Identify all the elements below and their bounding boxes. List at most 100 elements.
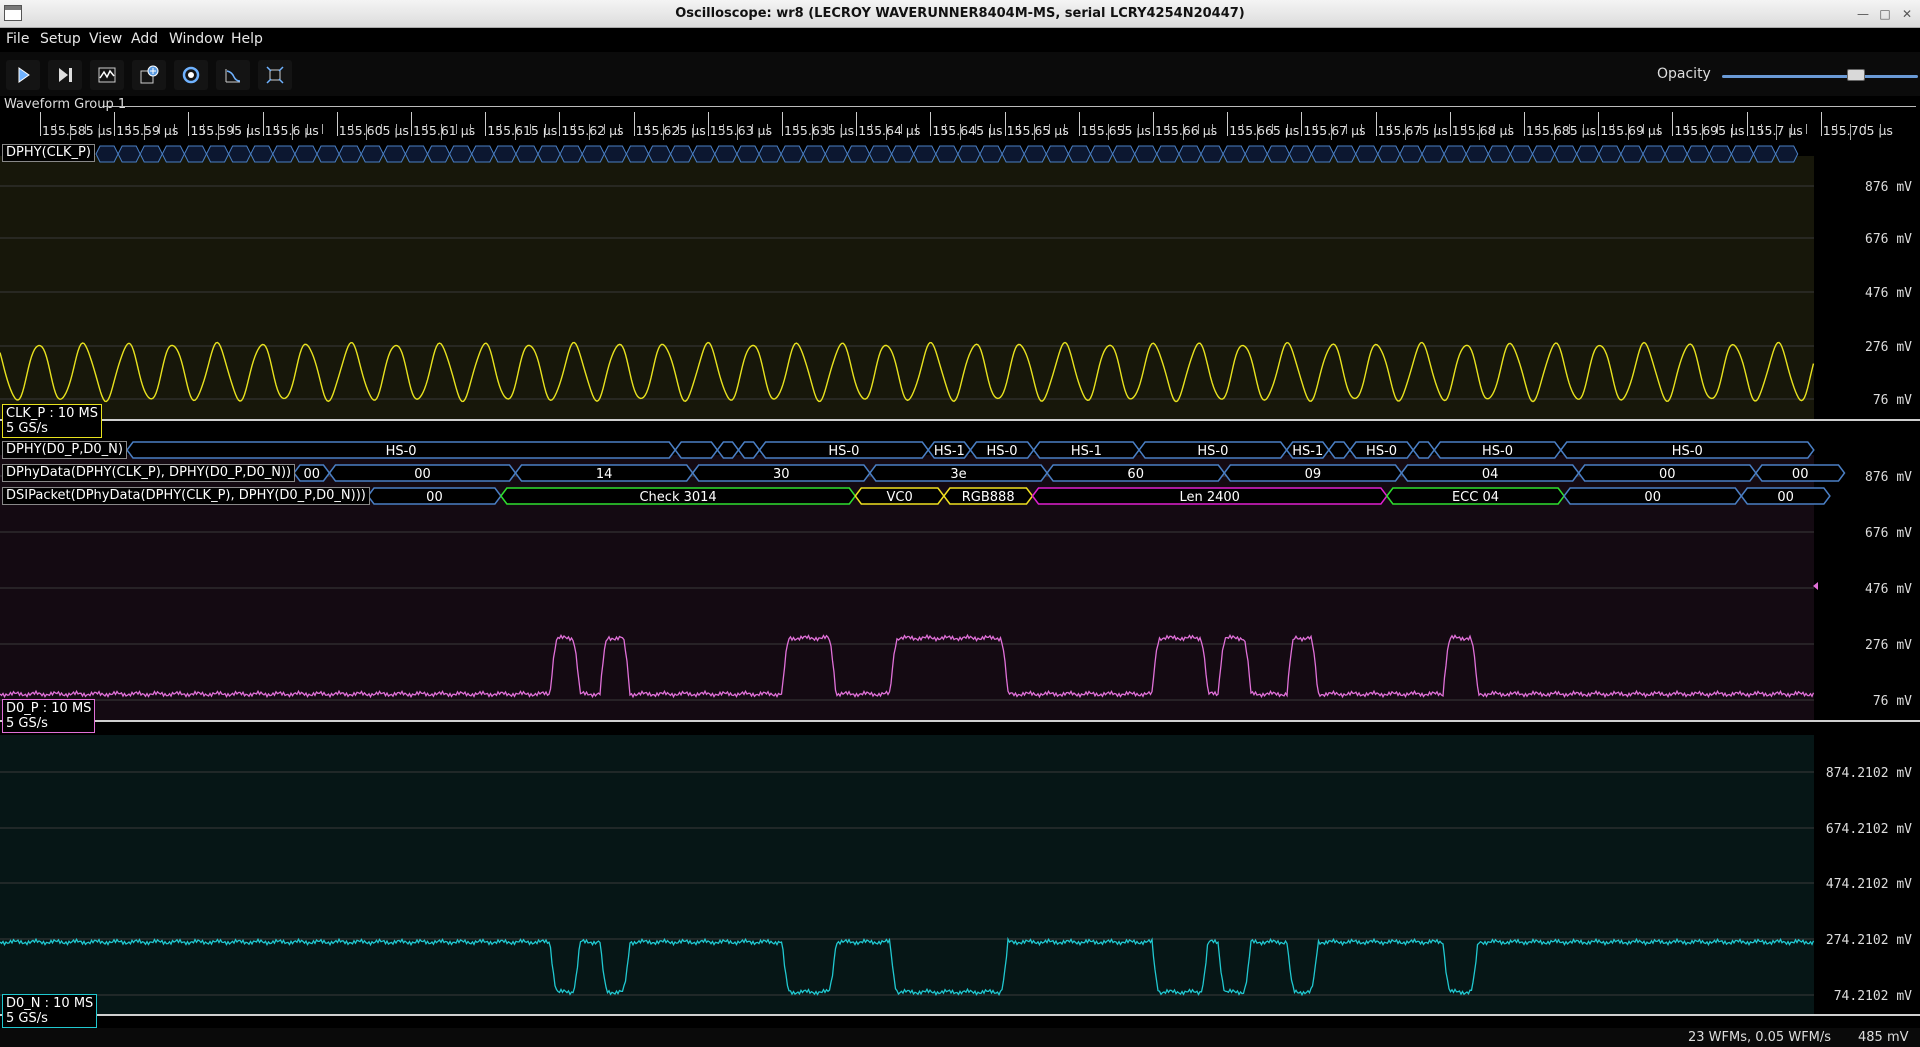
clk-decode-cell xyxy=(1708,145,1732,163)
clk-y-tick-label: 876 mV xyxy=(1865,180,1912,195)
clk-decode-cell xyxy=(360,145,384,163)
d0n-channel-badge[interactable]: D0_N : 10 MS 5 GS/s xyxy=(2,994,98,1028)
clk-decode-cell xyxy=(272,145,296,163)
dphydata-decode-segment-label: 30 xyxy=(773,467,790,482)
clk-decode-cell xyxy=(382,145,406,163)
dphydata-decode-label[interactable]: DPhyData(DPHY(CLK_P), DPHY(D0_P,D0_N)) xyxy=(2,464,296,482)
waveform-view[interactable]: HS-0 HS-0 HS-1 HS-0 HS-1 HS-0 HS-1 HS-0 HS-0 HS-0… xyxy=(0,0,1920,1028)
dphy-decode-segment-label: HS-0 xyxy=(1672,444,1703,459)
clk-decode-cell xyxy=(95,145,119,163)
dphy-decode-segment-label: HS-0 xyxy=(1197,444,1228,459)
clk-decode-cell xyxy=(338,145,362,163)
clk-decode-cell xyxy=(1134,145,1158,163)
clk-decode-cell xyxy=(979,145,1003,163)
clk-decode-cell xyxy=(471,145,495,163)
clk-decode-cell xyxy=(1730,145,1755,163)
d0p-channel-badge[interactable]: D0_P : 10 MS 5 GS/s xyxy=(2,699,96,733)
clk-decode-cell xyxy=(714,145,738,163)
clk-decode-cell xyxy=(1421,145,1445,163)
d0p-y-tick-label: 76 mV xyxy=(1873,694,1912,709)
clk-decode-cell xyxy=(1333,145,1357,163)
clk-decode-cell xyxy=(581,145,605,163)
clk-decode-cell xyxy=(913,145,937,163)
dphydata-decode-segment-label: 00 xyxy=(303,467,320,482)
dsipacket-decode-segment-label: VC0 xyxy=(886,490,912,505)
clk-decode-cell xyxy=(515,145,539,163)
dphydata-decode-segment-label: 00 xyxy=(414,467,431,482)
clk-decode-cell xyxy=(1200,145,1224,163)
dsipacket-decode-segment-label: 00 xyxy=(426,490,443,505)
d0n-sample-rate: 5 GS/s xyxy=(6,1011,48,1026)
dphydata-decode-segment-label: 14 xyxy=(596,467,613,482)
clk-decode-cell xyxy=(1001,145,1025,163)
d0n-y-tick-label: 474.2102 mV xyxy=(1826,877,1912,892)
clk-decode-cell xyxy=(736,145,760,163)
dphy-decode-segment-label: HS-0 xyxy=(987,444,1018,459)
panel-backgrounds xyxy=(0,156,1814,1015)
clk-decode-cell xyxy=(1156,145,1180,163)
dphydata-decode-segment-label: 00 xyxy=(1659,467,1676,482)
dphy-decode-segment-label: HS-0 xyxy=(1366,444,1397,459)
d0n-y-tick-label: 274.2102 mV xyxy=(1826,933,1912,948)
y-axis-labels: 876 mV 676 mV 476 mV 276 mV 76 mV 876 mV 676 m… xyxy=(1826,180,1912,1004)
clk-channel-name: CLK_P : 10 MS xyxy=(6,406,98,421)
clk-decode-cell xyxy=(1377,145,1401,163)
clk-decode-cell xyxy=(1752,145,1777,163)
d0n-y-tick-label: 74.2102 mV xyxy=(1834,989,1912,1004)
clk-sample-rate: 5 GS/s xyxy=(6,421,48,436)
clk-decode-cell xyxy=(316,145,340,163)
dsipacket-decode-segment-label: 00 xyxy=(1777,490,1794,505)
clk-decode-cell xyxy=(1620,145,1644,163)
clk-decode-cell xyxy=(1355,145,1379,163)
clk-decode-cell xyxy=(802,145,826,163)
dsipacket-decode-label[interactable]: DSIPacket(DPhyData(DPHY(CLK_P), DPHY(D0_… xyxy=(2,487,370,505)
clk-decode-cell xyxy=(1686,145,1710,163)
clk-decode-cell xyxy=(824,145,848,163)
dphy-decode-segment-label: HS-0 xyxy=(386,444,417,459)
clk-decode-cell xyxy=(183,145,208,163)
clk-decode-cell xyxy=(117,145,141,163)
clk-y-tick-label: 476 mV xyxy=(1865,286,1912,301)
clk-decode-cell xyxy=(1443,145,1467,163)
dphydata-decode-segment-label: 09 xyxy=(1305,467,1322,482)
dphy-d0-decode-label[interactable]: DPHY(D0_P,D0_N) xyxy=(2,441,127,459)
clk-decode-cell xyxy=(891,145,915,163)
clk-decode-cell xyxy=(692,145,716,163)
clk-decode-cell xyxy=(868,145,893,163)
clk-decode-cell xyxy=(1487,145,1511,163)
clk-decode-cell xyxy=(1310,145,1335,163)
d0p-y-tick-label: 676 mV xyxy=(1865,526,1912,541)
clk-decode-cell xyxy=(957,145,981,163)
dsipacket-decode-segment-label: ECC 04 xyxy=(1452,490,1499,505)
clk-channel-badge[interactable]: CLK_P : 10 MS 5 GS/s xyxy=(2,404,102,438)
clk-decode-cell xyxy=(1554,145,1578,163)
d0n-channel-name: D0_N : 10 MS xyxy=(6,996,94,1011)
clk-decode-cell xyxy=(1067,145,1092,163)
d0p-channel-name: D0_P : 10 MS xyxy=(6,701,92,716)
dphy-decode-segment-label: HS-0 xyxy=(1482,444,1513,459)
clk-decode-cell xyxy=(1642,145,1666,163)
d0n-y-tick-label: 874.2102 mV xyxy=(1826,766,1912,781)
d0p-y-tick-label: 276 mV xyxy=(1865,638,1912,653)
clk-decode-cell xyxy=(670,145,694,163)
clk-decode-cell xyxy=(758,145,782,163)
clk-decode-cell xyxy=(161,145,185,163)
clk-decode-cell xyxy=(449,145,473,163)
clk-decode-cell xyxy=(846,145,871,163)
clk-decode-cell xyxy=(1222,145,1246,163)
d0n-y-tick-label: 674.2102 mV xyxy=(1826,822,1912,837)
clk-decode-cell xyxy=(1775,145,1799,163)
dphy-decode-segment-label: HS-1 xyxy=(1071,444,1102,459)
dphydata-decode-segment-label: 04 xyxy=(1482,467,1499,482)
clk-decode-label[interactable]: DPHY(CLK_P) xyxy=(2,144,95,162)
clk-decode-cell xyxy=(935,145,959,163)
dsipacket-decode-segment-label: RGB888 xyxy=(962,490,1015,505)
dphy-decode-segment xyxy=(674,441,719,459)
clk-decode-cell xyxy=(559,145,583,163)
clk-decode-cell xyxy=(139,145,163,163)
clk-decode-cell xyxy=(1288,145,1313,163)
clk-y-tick-label: 276 mV xyxy=(1865,340,1912,355)
status-voltage: 485 mV xyxy=(1858,1030,1909,1045)
clk-decode-cell xyxy=(228,145,252,163)
d0p-y-tick-label: 876 mV xyxy=(1865,470,1912,485)
